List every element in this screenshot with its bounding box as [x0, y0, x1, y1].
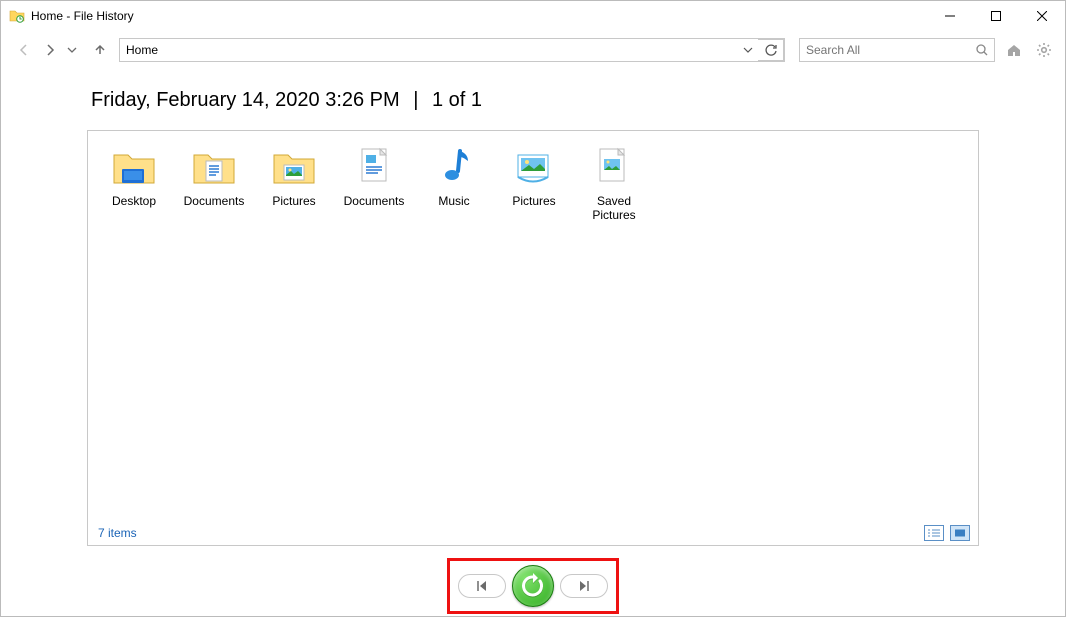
panel-statusbar: 7 items	[88, 521, 978, 545]
window-title: Home - File History	[31, 9, 134, 23]
address-dropdown-button[interactable]	[738, 39, 758, 61]
minimize-button[interactable]	[927, 1, 973, 31]
window-controls	[927, 1, 1065, 31]
folder-documents-icon	[190, 145, 238, 193]
snapshot-timestamp: Friday, February 14, 2020 3:26 PM	[91, 89, 400, 111]
item-label: Saved Pictures	[574, 195, 654, 223]
library-documents-icon	[350, 145, 398, 193]
bottom-controls	[1, 556, 1065, 616]
history-dropdown-button[interactable]	[65, 39, 79, 61]
gear-icon[interactable]	[1033, 39, 1055, 61]
library-pictures-icon	[510, 145, 558, 193]
restore-button[interactable]	[512, 565, 554, 607]
address-bar	[119, 38, 785, 62]
status-item-count: 7 items	[98, 526, 137, 540]
folder-item[interactable]: Music	[414, 141, 494, 223]
item-label: Music	[438, 195, 469, 209]
snapshot-heading: Friday, February 14, 2020 3:26 PM | 1 of…	[91, 89, 979, 112]
address-input[interactable]	[120, 39, 738, 61]
snapshot-pager: 1 of 1	[432, 89, 482, 111]
item-label: Documents	[184, 195, 245, 209]
content-area: Friday, February 14, 2020 3:26 PM | 1 of…	[1, 69, 1065, 556]
folder-item[interactable]: Saved Pictures	[574, 141, 654, 223]
folder-item[interactable]: Documents	[334, 141, 414, 223]
maximize-button[interactable]	[973, 1, 1019, 31]
close-button[interactable]	[1019, 1, 1065, 31]
navigation-toolbar	[1, 31, 1065, 69]
folder-item[interactable]: Desktop	[94, 141, 174, 223]
annotation-highlight	[447, 558, 619, 614]
items-grid: Desktop Documents Pictures Documents Music Pi…	[88, 131, 978, 521]
item-label: Desktop	[112, 195, 156, 209]
app-icon	[9, 8, 25, 24]
search-input[interactable]	[800, 43, 970, 57]
folder-item[interactable]: Documents	[174, 141, 254, 223]
forward-button[interactable]	[39, 39, 61, 61]
up-button[interactable]	[89, 39, 111, 61]
view-toggles	[924, 525, 970, 541]
search-icon[interactable]	[970, 43, 994, 57]
library-saved-pictures-icon	[590, 145, 638, 193]
icons-view-button[interactable]	[950, 525, 970, 541]
details-view-button[interactable]	[924, 525, 944, 541]
refresh-button[interactable]	[758, 39, 784, 61]
file-history-window: Home - File History	[0, 0, 1066, 617]
item-label: Documents	[344, 195, 405, 209]
item-label: Pictures	[512, 195, 555, 209]
next-version-button[interactable]	[560, 574, 608, 598]
heading-separator: |	[413, 89, 418, 111]
folder-desktop-icon	[110, 145, 158, 193]
library-music-icon	[430, 145, 478, 193]
titlebar-left: Home - File History	[9, 8, 134, 24]
back-button[interactable]	[13, 39, 35, 61]
previous-version-button[interactable]	[458, 574, 506, 598]
titlebar: Home - File History	[1, 1, 1065, 31]
item-label: Pictures	[272, 195, 315, 209]
search-box	[799, 38, 995, 62]
home-icon[interactable]	[1003, 39, 1025, 61]
folder-item[interactable]: Pictures	[494, 141, 574, 223]
folder-pictures-icon	[270, 145, 318, 193]
folder-item[interactable]: Pictures	[254, 141, 334, 223]
items-panel: Desktop Documents Pictures Documents Music Pi…	[87, 130, 979, 546]
